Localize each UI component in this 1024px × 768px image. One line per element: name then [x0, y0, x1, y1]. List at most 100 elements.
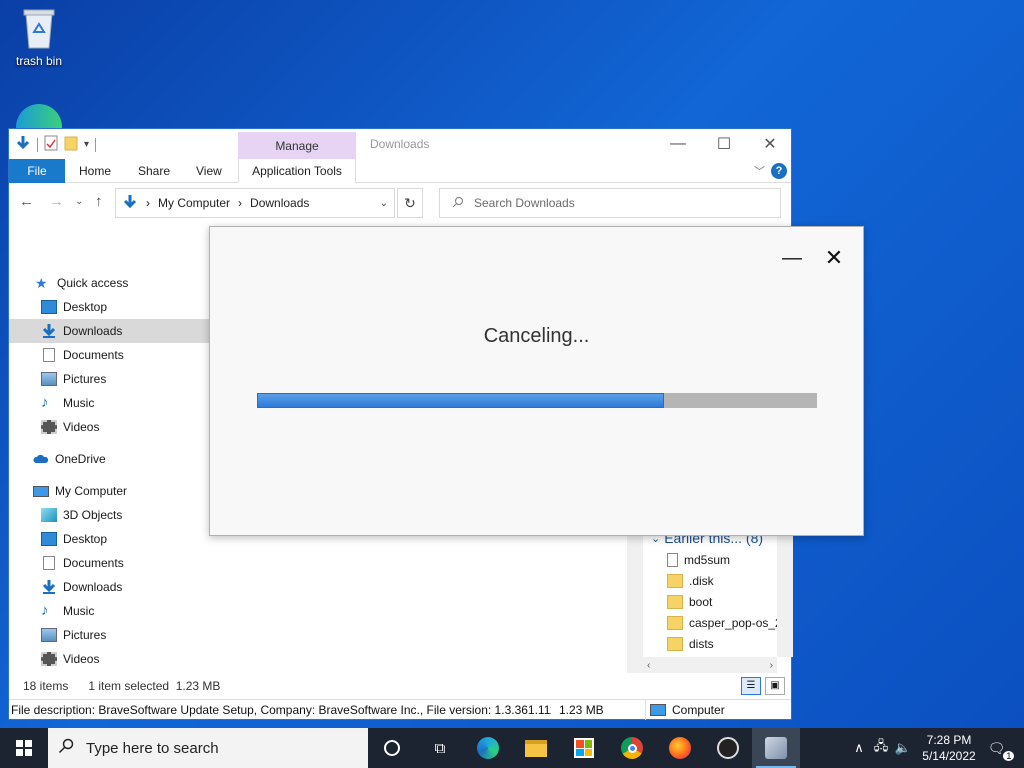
- clock[interactable]: 7:28 PM 5/14/2022: [914, 732, 984, 764]
- star-icon: ★: [35, 275, 48, 291]
- left-pane-scrollbar[interactable]: [627, 527, 643, 673]
- nav-item-desktop[interactable]: Desktop: [9, 527, 209, 551]
- dialog-close-button[interactable]: ✕: [820, 245, 848, 273]
- volume-icon[interactable]: 🔈: [892, 740, 914, 756]
- back-arrow-icon[interactable]: ←: [19, 193, 34, 210]
- pictures-icon: [41, 628, 57, 642]
- expand-ribbon-icon[interactable]: ﹀: [754, 163, 765, 179]
- nav-item-pictures[interactable]: Pictures: [9, 367, 209, 391]
- taskbar-app-obs[interactable]: [704, 728, 752, 768]
- nav-item-videos[interactable]: Videos: [9, 415, 209, 439]
- list-item[interactable]: casper_pop-os_22: [627, 612, 793, 633]
- ribbon-tabs: File Home Share View Application Tools ﹀…: [9, 159, 791, 183]
- nav-label: Videos: [63, 420, 100, 434]
- nav-item-3d-objects[interactable]: 3D Objects: [9, 503, 209, 527]
- window-title: Downloads: [370, 137, 430, 151]
- vertical-scrollbar[interactable]: [777, 527, 793, 657]
- taskbar-app-store[interactable]: [560, 728, 608, 768]
- desktop-icon-trash-bin[interactable]: trash bin: [8, 6, 70, 68]
- list-item[interactable]: .disk: [627, 570, 793, 591]
- maximize-button[interactable]: ☐: [701, 129, 747, 159]
- dialog-minimize-button[interactable]: —: [778, 245, 806, 273]
- search-input[interactable]: Search Downloads: [439, 188, 781, 218]
- file-name: boot: [689, 594, 713, 609]
- tab-file[interactable]: File: [9, 159, 65, 183]
- taskbar-search-input[interactable]: Type here to search: [48, 728, 368, 768]
- recent-locations-icon[interactable]: ⌄: [75, 196, 83, 207]
- nav-quick-access[interactable]: ★ Quick access: [9, 271, 209, 295]
- help-icon[interactable]: ?: [771, 163, 787, 179]
- up-arrow-icon[interactable]: ↑: [95, 193, 103, 210]
- nav-item-documents[interactable]: Documents: [9, 551, 209, 575]
- dialog-status-text: Canceling...: [483, 325, 590, 347]
- folder-icon: [667, 573, 683, 588]
- qat-dropdown-icon[interactable]: ▾: [84, 139, 89, 150]
- tab-application-tools[interactable]: Application Tools: [238, 159, 356, 183]
- downloads-location-icon: [122, 194, 138, 213]
- nav-item-videos[interactable]: Videos: [9, 647, 209, 671]
- show-hidden-icons-icon[interactable]: ∧: [848, 740, 870, 756]
- taskbar-app-edge[interactable]: [464, 728, 512, 768]
- search-icon: [452, 196, 464, 211]
- nav-item-music[interactable]: ♪ Music: [9, 599, 209, 623]
- pictures-icon: [41, 372, 57, 386]
- documents-icon: [43, 556, 55, 570]
- qat-separator: [37, 137, 38, 152]
- list-item[interactable]: md5sum: [627, 549, 793, 570]
- taskbar-app-chrome[interactable]: [608, 728, 656, 768]
- nav-item-downloads[interactable]: Downloads: [9, 319, 209, 343]
- minimize-button[interactable]: —: [655, 129, 701, 159]
- file-explorer-icon: [525, 739, 547, 757]
- breadcrumb-downloads[interactable]: Downloads: [250, 196, 309, 210]
- task-view-button[interactable]: ⧉: [416, 728, 464, 768]
- tab-share[interactable]: Share: [138, 159, 170, 183]
- list-item[interactable]: boot: [627, 591, 793, 612]
- network-icon[interactable]: 🖧: [870, 737, 892, 759]
- file-icon: [667, 552, 678, 567]
- nav-label: My Computer: [55, 484, 128, 498]
- nav-item-downloads[interactable]: Downloads: [9, 575, 209, 599]
- nav-item-pictures[interactable]: Pictures: [9, 623, 209, 647]
- nav-my-computer[interactable]: My Computer: [9, 479, 209, 503]
- new-folder-icon[interactable]: [64, 135, 78, 154]
- close-button[interactable]: ✕: [747, 129, 793, 159]
- view-buttons: ☰ ▣: [741, 677, 785, 695]
- cortana-button[interactable]: [368, 728, 416, 768]
- nav-label: Videos: [63, 652, 100, 666]
- music-icon: ♪: [41, 394, 49, 411]
- nav-item-documents[interactable]: Documents: [9, 343, 209, 367]
- search-placeholder: Search Downloads: [474, 196, 575, 210]
- forward-arrow-icon[interactable]: →: [49, 193, 64, 210]
- notifications-button[interactable]: 🗨 1: [984, 740, 1024, 761]
- address-dropdown-icon[interactable]: ⌄: [380, 198, 388, 209]
- taskbar-search-placeholder: Type here to search: [86, 739, 219, 757]
- taskbar-app-file-explorer[interactable]: [512, 728, 560, 768]
- large-icons-view-icon[interactable]: ▣: [765, 677, 785, 695]
- tab-view[interactable]: View: [196, 159, 222, 183]
- details-view-icon[interactable]: ☰: [741, 677, 761, 695]
- scroll-left-icon[interactable]: ‹: [647, 660, 650, 671]
- tab-home[interactable]: Home: [79, 159, 111, 183]
- location-zone: Computer: [645, 700, 725, 720]
- taskbar-app-installer[interactable]: [752, 728, 800, 768]
- tab-manage[interactable]: Manage: [238, 132, 356, 159]
- nav-onedrive[interactable]: OneDrive: [9, 447, 209, 471]
- list-item[interactable]: dists: [627, 633, 793, 654]
- horizontal-scrollbar[interactable]: ‹ ›: [643, 657, 777, 673]
- nav-label: Pictures: [63, 628, 107, 642]
- taskbar: Type here to search ⧉ ∧ 🖧 🔈 7:28 PM 5/14: [0, 728, 1024, 768]
- search-icon: [58, 738, 74, 758]
- nav-item-desktop[interactable]: Desktop: [9, 295, 209, 319]
- nav-item-music[interactable]: ♪ Music: [9, 391, 209, 415]
- music-icon: ♪: [41, 602, 49, 619]
- windows-logo-icon: [16, 740, 32, 756]
- properties-icon[interactable]: [44, 135, 58, 154]
- nav-label: Quick access: [57, 276, 129, 290]
- start-button[interactable]: [0, 728, 48, 768]
- taskbar-app-firefox[interactable]: [656, 728, 704, 768]
- breadcrumb-my-computer[interactable]: My Computer: [158, 196, 230, 210]
- refresh-button[interactable]: ↻: [397, 188, 423, 218]
- nav-label: Music: [63, 604, 95, 618]
- scroll-right-icon[interactable]: ›: [770, 660, 773, 671]
- address-bar[interactable]: › My Computer › Downloads ⌄: [115, 188, 395, 218]
